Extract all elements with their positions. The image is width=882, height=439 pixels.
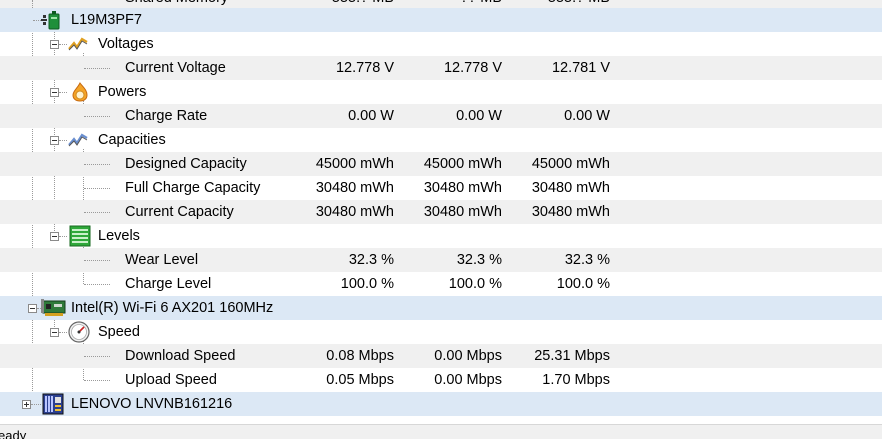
sensor-label: Full Charge Capacity: [125, 180, 261, 196]
sensor-value-min: 0.00 Mbps: [434, 372, 502, 388]
sensor-row-charge-level[interactable]: Charge Level 100.0 % 100.0 % 100.0 %: [0, 272, 882, 296]
node-label: Speed: [98, 324, 140, 340]
node-label: Powers: [98, 84, 147, 100]
sensor-tree[interactable]: Shared Memory 555.? MB ?? MB 555.? MB L1…: [0, 0, 882, 424]
sensor-value-max: 25.31 Mbps: [534, 348, 610, 364]
sensor-value-max: 45000 mWh: [531, 156, 610, 172]
sensor-value-current: 45000 mWh: [315, 156, 394, 172]
sensor-value-max: 12.781 V: [551, 60, 610, 76]
sensor-value-min: 0.00 Mbps: [434, 348, 502, 364]
sensor-row-full-charge-capacity[interactable]: Full Charge Capacity 30480 mWh 30480 mWh…: [0, 176, 882, 200]
level-bars-icon: [69, 225, 91, 247]
tree-node-capacities[interactable]: Capacities: [0, 128, 882, 152]
sensor-value-current: 0.08 Mbps: [326, 348, 394, 364]
sensor-value-max: 1.70 Mbps: [542, 372, 610, 388]
sensor-row-wear-level[interactable]: Wear Level 32.3 % 32.3 % 32.3 %: [0, 248, 882, 272]
sensor-value-min: 12.778 V: [443, 60, 502, 76]
sensor-label: Charge Level: [125, 276, 212, 292]
sensor-label: Current Voltage: [125, 60, 226, 76]
sensor-row-download-speed[interactable]: Download Speed 0.08 Mbps 0.00 Mbps 25.31…: [0, 344, 882, 368]
sensor-row-current-capacity[interactable]: Current Capacity 30480 mWh 30480 mWh 304…: [0, 200, 882, 224]
node-label: Capacities: [98, 132, 166, 148]
sensor-label: Download Speed: [125, 348, 236, 364]
sensor-row-current-voltage[interactable]: Current Voltage 12.778 V 12.778 V 12.781…: [0, 56, 882, 80]
sensor-value-max: 30480 mWh: [531, 204, 610, 220]
sensor-row-designed-capacity[interactable]: Designed Capacity 45000 mWh 45000 mWh 45…: [0, 152, 882, 176]
sensor-value-current: 0.05 Mbps: [326, 372, 394, 388]
collapse-toggle[interactable]: [50, 328, 59, 337]
sensor-value-min: 30480 mWh: [423, 180, 502, 196]
collapse-toggle[interactable]: [28, 304, 37, 313]
sensor-value-current: 32.3 %: [348, 252, 394, 268]
sensor-value-max: 100.0 %: [556, 276, 610, 292]
sensor-label: Designed Capacity: [125, 156, 247, 172]
power-flame-icon: [72, 82, 88, 102]
motherboard-icon: [42, 393, 64, 415]
sensor-value-current: 100.0 %: [340, 276, 394, 292]
sensor-value-max: 30480 mWh: [531, 180, 610, 196]
battery-icon: [41, 11, 60, 30]
tree-node-lenovo[interactable]: LENOVO LNVNB161216: [0, 392, 882, 416]
status-bar: eady: [0, 424, 882, 439]
expand-toggle[interactable]: [22, 400, 31, 409]
sensor-label: Upload Speed: [125, 372, 217, 388]
sensor-value-min: 30480 mWh: [423, 204, 502, 220]
tree-node-powers[interactable]: Powers: [0, 80, 882, 104]
tree-node-levels[interactable]: Levels: [0, 224, 882, 248]
node-label: L19M3PF7: [71, 12, 142, 28]
sensor-row-upload-speed[interactable]: Upload Speed 0.05 Mbps 0.00 Mbps 1.70 Mb…: [0, 368, 882, 392]
sensor-value-current: 30480 mWh: [315, 204, 394, 220]
voltage-graph-icon: [68, 37, 88, 51]
network-card-icon: [41, 299, 66, 316]
sensor-row-charge-rate[interactable]: Charge Rate 0.00 W 0.00 W 0.00 W: [0, 104, 882, 128]
sensor-value-min: 0.00 W: [456, 108, 502, 124]
sensor-value-max: 0.00 W: [564, 108, 610, 124]
tree-node-speed[interactable]: Speed: [0, 320, 882, 344]
tree-node-voltages[interactable]: Voltages: [0, 32, 882, 56]
collapse-toggle[interactable]: [50, 232, 59, 241]
node-label: LENOVO LNVNB161216: [71, 396, 233, 412]
tree-node-battery[interactable]: L19M3PF7: [0, 8, 882, 32]
node-label: Voltages: [98, 36, 154, 52]
sensor-value-current: 0.00 W: [348, 108, 394, 124]
sensor-value-min: 45000 mWh: [423, 156, 502, 172]
collapse-toggle[interactable]: [50, 88, 59, 97]
capacity-graph-icon: [68, 133, 88, 147]
tree-node-wifi[interactable]: Intel(R) Wi-Fi 6 AX201 160MHz: [0, 296, 882, 320]
sensor-value-current: 30480 mWh: [315, 180, 394, 196]
collapse-toggle[interactable]: [50, 136, 59, 145]
node-label: Levels: [98, 228, 140, 244]
sensor-value-min: 100.0 %: [448, 276, 502, 292]
node-label: Intel(R) Wi-Fi 6 AX201 160MHz: [71, 300, 274, 316]
sensor-label: Charge Rate: [125, 108, 208, 124]
sensor-value-current: 12.778 V: [335, 60, 394, 76]
sensor-label: Wear Level: [125, 252, 199, 268]
collapse-toggle[interactable]: [50, 40, 59, 49]
sensor-value-min: 32.3 %: [456, 252, 502, 268]
sensor-label: Current Capacity: [125, 204, 234, 220]
speedometer-icon: [68, 321, 90, 343]
sensor-value-max: 32.3 %: [564, 252, 610, 268]
